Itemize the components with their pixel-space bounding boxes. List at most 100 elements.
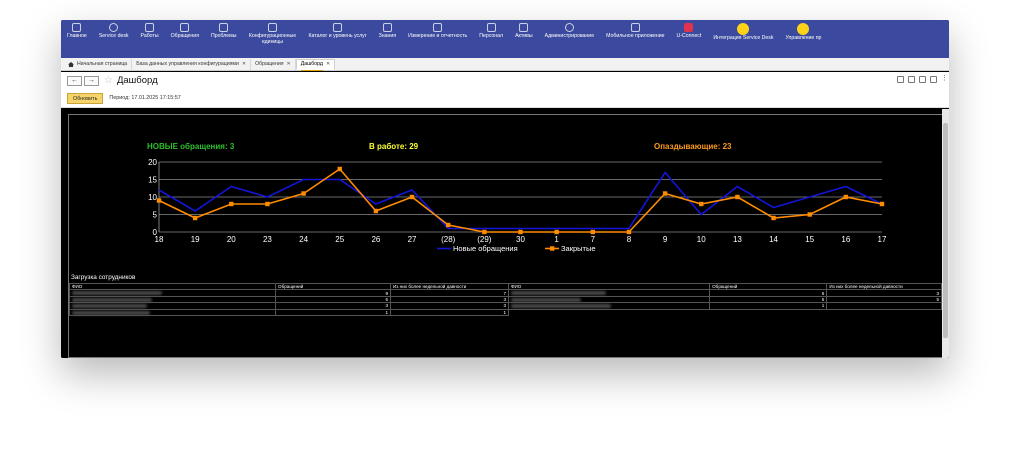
data-point	[518, 229, 523, 235]
people-icon	[486, 23, 496, 32]
x-tick-label: 20	[227, 235, 236, 244]
x-tick-label: 10	[697, 235, 706, 244]
nav-item-0[interactable]: Главное	[61, 20, 93, 58]
data-point	[446, 222, 451, 228]
home-icon	[68, 62, 74, 67]
x-tick-label: 14	[769, 235, 778, 244]
back-button[interactable]: ←	[67, 75, 82, 86]
nav-item-6[interactable]: Каталог и уровень услуг	[302, 20, 372, 58]
catalog-icon	[333, 23, 343, 32]
nav-item-10[interactable]: Активы	[509, 20, 539, 58]
save-icon[interactable]	[897, 76, 904, 83]
assets-icon	[519, 23, 529, 32]
employee-name-cell	[507, 302, 711, 310]
x-tick-label: 8	[627, 235, 632, 244]
nav-item-3[interactable]: Обращения	[165, 20, 205, 58]
ticket-icon	[180, 23, 190, 32]
page-title: Дашборд	[116, 75, 158, 86]
nav-item-1[interactable]: Service desk	[93, 20, 135, 58]
y-tick-label: 20	[148, 159, 157, 167]
close-icon[interactable]: ✕	[242, 59, 246, 70]
forward-button[interactable]: →	[84, 75, 99, 86]
more-menu-icon[interactable]: ⋮	[941, 75, 948, 83]
data-point	[192, 215, 198, 221]
nav-item-label: Управление пр	[785, 35, 822, 41]
data-point	[699, 201, 704, 207]
employees-title: Загрузка сотрудников	[71, 274, 136, 281]
tab-dashboard[interactable]: Дашборд ✕	[295, 59, 336, 71]
knowledge-icon	[382, 23, 392, 32]
data-point	[373, 208, 379, 214]
employee-name-cell	[69, 308, 276, 316]
vertical-scrollbar[interactable]	[942, 109, 949, 358]
legend-marker-closed	[550, 246, 555, 251]
nav-item-11[interactable]: Администрирование	[539, 20, 600, 58]
scrollbar-thumb[interactable]	[943, 123, 948, 338]
dashboard-content: НОВЫЕ обращения: 3 В работе: 29 Опаздыва…	[61, 109, 949, 358]
nav-item-12[interactable]: Мобильное приложение	[600, 20, 670, 58]
data-point	[301, 191, 306, 196]
employees-table-left: ФИО Обращений Из них более недельной дав…	[69, 282, 509, 316]
search-icon[interactable]	[919, 76, 926, 83]
x-tick-label: 1	[554, 235, 559, 244]
x-tick-label: 17	[878, 235, 887, 244]
x-tick-label: 30	[516, 235, 525, 244]
nav-item-15[interactable]: Управление пр	[779, 20, 827, 58]
nav-item-2[interactable]: Работы	[135, 20, 165, 58]
table-row[interactable]: 11	[69, 308, 509, 316]
nav-item-label: Активы	[515, 33, 533, 39]
x-tick-label: 7	[591, 235, 596, 244]
nav-item-label: Service desk	[98, 33, 129, 39]
employees-table-right: ФИО Обращений Из них более недельной дав…	[507, 282, 942, 310]
print-icon[interactable]	[908, 76, 915, 83]
tab-requests[interactable]: Обращения ✕	[251, 59, 296, 70]
redacted-name	[72, 291, 162, 296]
nav-item-13[interactable]: U-Connect	[671, 20, 708, 58]
title-bar: ← → ☆ Дашборд ⋮	[61, 72, 949, 89]
nav-item-7[interactable]: Знания	[373, 20, 402, 58]
data-point	[590, 229, 595, 235]
data-point	[554, 229, 559, 235]
app-window: Главное Service desk Работы Обращения Пробле…	[61, 20, 949, 358]
mobile-icon	[630, 23, 640, 32]
favorite-star-icon[interactable]: ☆	[104, 75, 113, 86]
nav-item-label: Работы	[140, 33, 159, 39]
data-point	[482, 229, 487, 235]
nav-item-4[interactable]: Проблемы	[205, 20, 242, 58]
tab-home[interactable]: Начальная страница	[64, 59, 133, 70]
link-icon[interactable]	[930, 76, 937, 83]
redacted-name	[72, 297, 152, 302]
nav-item-label: Интеграция Service Desk	[713, 35, 774, 41]
integration-icon	[737, 23, 750, 35]
nav-item-label: Каталог и уровень услуг	[308, 33, 367, 39]
data-point	[337, 166, 342, 172]
x-tick-label: 26	[371, 235, 380, 244]
nav-item-8[interactable]: Измерение и отчетность	[402, 20, 473, 58]
close-icon[interactable]: ✕	[287, 59, 291, 70]
tab-cmdb[interactable]: База данных управления конфигурациями ✕	[132, 59, 252, 70]
service-desk-icon	[109, 23, 119, 32]
nav-item-5[interactable]: Конфигурационные единицы	[242, 20, 302, 58]
nav-item-14[interactable]: Интеграция Service Desk	[707, 20, 779, 58]
x-tick-label: 24	[299, 235, 308, 244]
tab-label: База данных управления конфигурациями	[136, 61, 239, 67]
tab-bar: Начальная страница База данных управлени…	[61, 58, 949, 71]
series-line-1	[158, 167, 883, 233]
new-requests-stat: НОВЫЕ обращения: 3	[147, 142, 235, 151]
dashboard-panel: НОВЫЕ обращения: 3 В работе: 29 Опаздыва…	[68, 114, 942, 358]
y-tick-label: 10	[148, 193, 157, 202]
nav-item-label: Мобильное приложение	[606, 33, 665, 39]
table-row[interactable]: 1	[507, 302, 942, 310]
nav-item-9[interactable]: Персонал	[473, 20, 509, 58]
data-point	[843, 194, 849, 200]
close-icon[interactable]: ✕	[326, 59, 330, 70]
count-cell: 1	[275, 308, 391, 316]
home-icon	[72, 23, 82, 32]
redacted-name	[511, 297, 581, 302]
management-icon	[797, 23, 810, 35]
data-point	[409, 194, 415, 200]
data-point	[229, 201, 234, 207]
tab-label: Дашборд	[300, 59, 323, 71]
refresh-button[interactable]: Обновить	[67, 92, 104, 104]
nav-item-label: Конфигурационные единицы	[248, 33, 297, 45]
